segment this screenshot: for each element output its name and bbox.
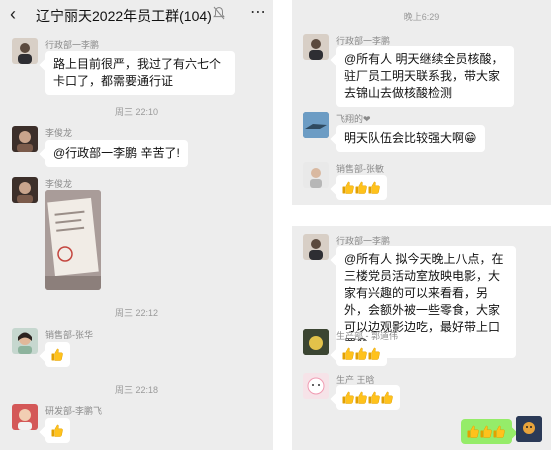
thumbs-up-icon	[355, 181, 367, 194]
message-bubble[interactable]: @行政部一李鹏 辛苦了!	[45, 140, 188, 167]
thumbs-up-icon	[467, 425, 479, 438]
avatar[interactable]	[12, 328, 38, 354]
avatar[interactable]	[12, 126, 38, 152]
avatar[interactable]	[12, 404, 38, 430]
avatar[interactable]	[303, 234, 329, 260]
timestamp: 晚上6:29	[403, 12, 440, 22]
thumbs-up-icon	[355, 347, 367, 360]
thumbs-up-icon	[51, 424, 63, 437]
message-bubble[interactable]: @所有人 明天继续全员核酸，驻厂员工明天联系我，带大家去锦山去做核酸检测	[336, 46, 514, 107]
avatar[interactable]	[303, 373, 329, 399]
thumbs-up-message[interactable]	[336, 385, 400, 410]
thumbs-up-icon	[368, 181, 380, 194]
avatar[interactable]	[303, 329, 329, 355]
avatar[interactable]	[303, 162, 329, 188]
message-photo[interactable]	[45, 190, 101, 290]
thumbs-up-message[interactable]	[336, 341, 387, 366]
timestamp: 周三 22:12	[114, 308, 159, 318]
thumbs-up-icon	[342, 391, 354, 404]
bell-muted-icon	[213, 6, 225, 20]
avatar[interactable]	[12, 177, 38, 203]
avatar[interactable]	[303, 34, 329, 60]
thumbs-up-icon	[381, 391, 393, 404]
sender-name: 李俊龙	[45, 179, 73, 189]
thumbs-up-icon	[355, 391, 367, 404]
message-bubble[interactable]: 路上目前很严，我过了有六七个卡口了，都需要通行证	[45, 51, 235, 95]
right-top-chat-panel: 晚上6:29 行政部一李鹏 @所有人 明天继续全员核酸，驻厂员工明天联系我，带大…	[292, 0, 551, 205]
chat-header: ‹ 辽宁丽天2022年员工群(104) ⋯	[0, 0, 273, 30]
thumbs-up-icon	[342, 181, 354, 194]
more-dots-icon[interactable]: ⋯	[250, 2, 267, 22]
timestamp: 周三 22:18	[114, 385, 159, 395]
sender-name: 研发部-李鹏飞	[45, 406, 102, 416]
thumbs-up-icon	[368, 391, 380, 404]
thumbs-up-message[interactable]	[336, 175, 387, 200]
sender-name: 销售部-张华	[45, 330, 93, 340]
thumbs-up-icon	[480, 425, 492, 438]
thumbs-up-icon	[51, 348, 63, 361]
sender-name: 飞翔的❤	[336, 114, 371, 124]
thumbs-up-message[interactable]	[45, 418, 70, 443]
thumbs-up-icon	[342, 347, 354, 360]
my-thumbs-up-message[interactable]	[461, 419, 512, 444]
avatar[interactable]	[303, 112, 329, 138]
avatar[interactable]	[12, 38, 38, 64]
timestamp: 周三 22:10	[114, 107, 159, 117]
right-bottom-chat-panel: 行政部一李鹏 @所有人 拟今天晚上八点，在三楼党员活动室放映电影，大家有兴趣的可…	[292, 226, 551, 450]
my-avatar[interactable]	[516, 416, 542, 442]
message-bubble[interactable]: 明天队伍会比较强大啊😁	[336, 125, 485, 152]
sender-name: 行政部一李鹏	[45, 40, 100, 50]
chevron-left-icon[interactable]: ‹	[10, 4, 16, 25]
thumbs-up-icon	[493, 425, 505, 438]
left-chat-panel: ‹ 辽宁丽天2022年员工群(104) ⋯ 行政部一李鹏 路上目前很严，我过了有…	[0, 0, 273, 450]
thumbs-up-icon	[368, 347, 380, 360]
sender-name: 销售部-张敏	[336, 164, 384, 174]
group-title: 辽宁丽天2022年员工群(104)	[36, 8, 212, 24]
thumbs-up-message[interactable]	[45, 342, 70, 367]
sender-name: 李俊龙	[45, 128, 73, 138]
